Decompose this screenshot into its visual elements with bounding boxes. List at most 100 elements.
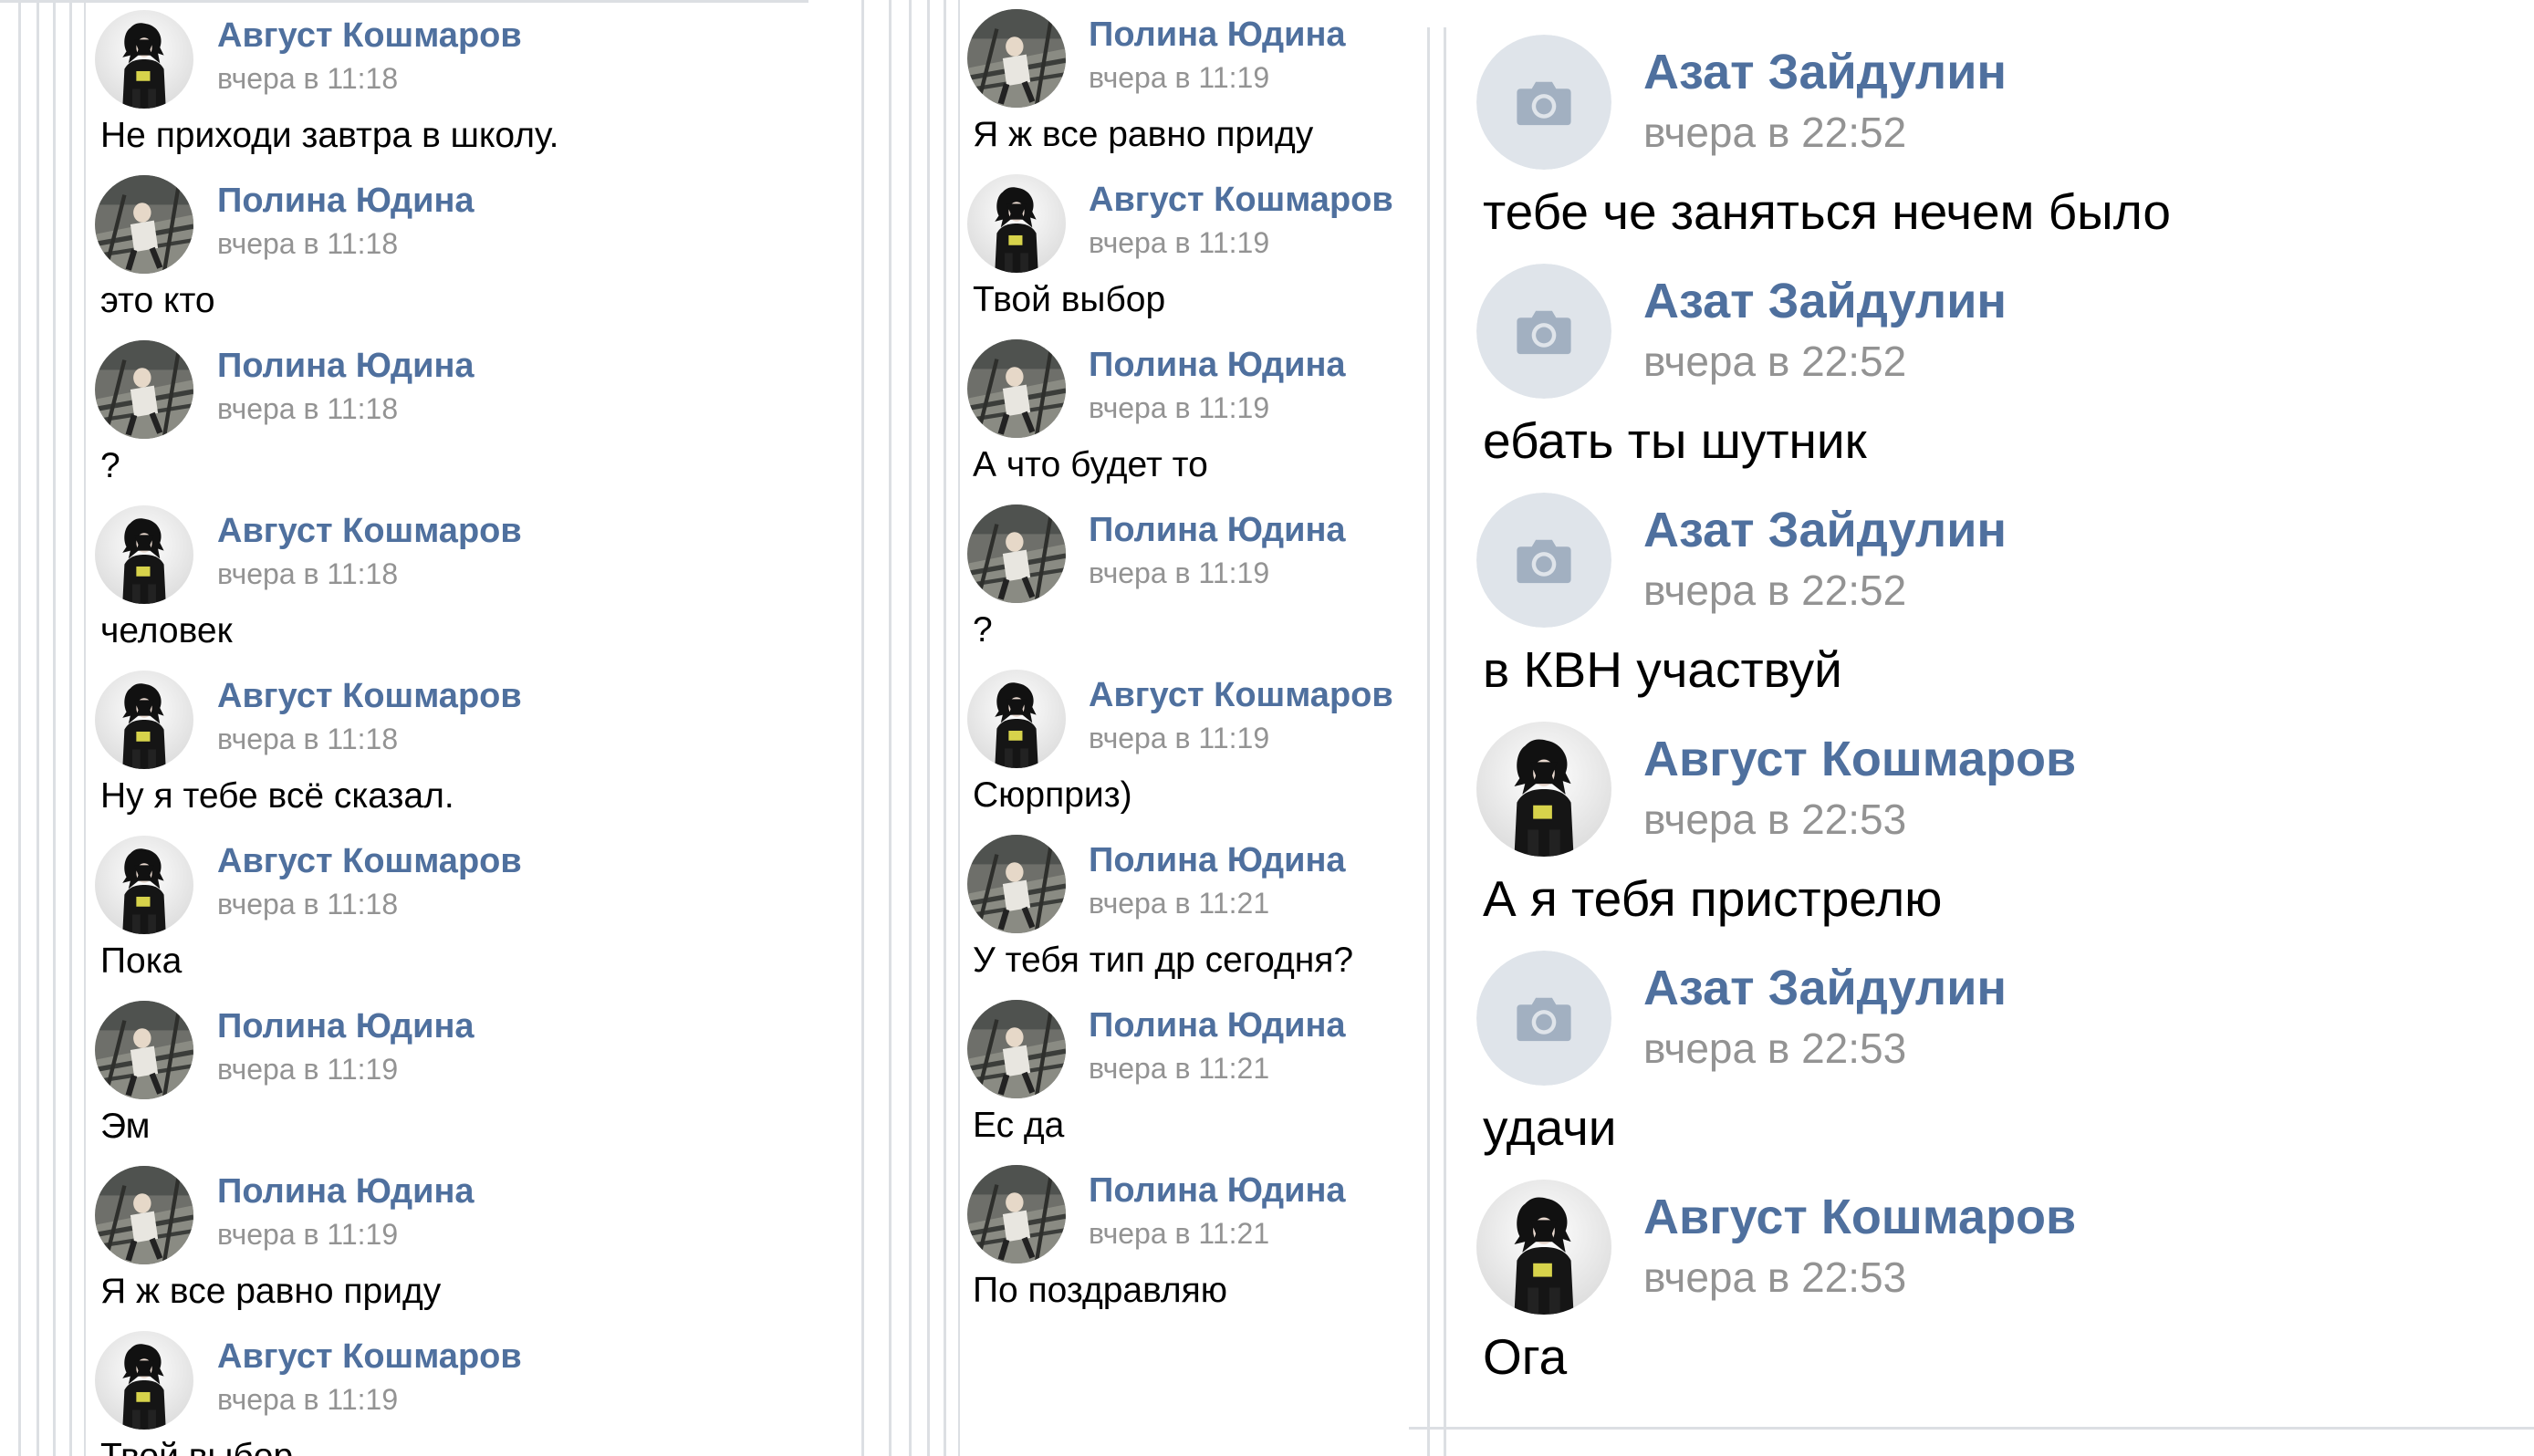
message-timestamp[interactable]: вчера в 11:21: [1089, 887, 1269, 920]
message-timestamp[interactable]: вчера в 11:19: [1089, 61, 1269, 95]
message-timestamp[interactable]: вчера в 22:52: [1643, 108, 1906, 157]
message-author-link[interactable]: Азат Зайдулин: [1643, 960, 2007, 1016]
avatar[interactable]: [967, 1000, 1066, 1098]
message-author-link[interactable]: Полина Юдина: [217, 1172, 474, 1212]
message-author-link[interactable]: Полина Юдина: [217, 1007, 474, 1046]
message-author-link[interactable]: Полина Юдина: [1089, 1171, 1346, 1211]
message-text: ?: [100, 446, 120, 485]
avatar[interactable]: [95, 1001, 193, 1099]
message-text: Не приходи завтра в школу.: [100, 116, 559, 155]
message-item: Август Кошмаров вчера в 11:19 Сюрприз): [858, 660, 1409, 825]
avatar[interactable]: [95, 10, 193, 109]
message-item: Полина Юдина вчера в 11:18?: [0, 330, 808, 495]
message-timestamp[interactable]: вчера в 22:52: [1643, 566, 1906, 615]
message-timestamp[interactable]: вчера в 11:18: [217, 723, 398, 756]
message-item: Август Кошмаров вчера в 11:18 Ну я тебе вс…: [0, 660, 808, 826]
camera-icon[interactable]: [1476, 493, 1611, 628]
message-item: Азат Зайдулин вчера в 22:52 в КВН участвуй: [1409, 458, 2534, 698]
message-text: ?: [973, 610, 993, 650]
bottom-divider: [1409, 1427, 2534, 1430]
message-text: Твой выбор: [973, 280, 1166, 319]
camera-icon[interactable]: [1476, 264, 1611, 399]
message-item: Полина Юдина вчера в 11:21 По поздравляю: [858, 1155, 1409, 1320]
message-item: Август Кошмаров вчера в 11:19 Твой выбор: [0, 1321, 808, 1456]
message-item: Август Кошмаров вчера в 11:18 человек: [0, 495, 808, 660]
avatar[interactable]: [95, 505, 193, 604]
avatar[interactable]: [95, 671, 193, 769]
avatar[interactable]: [95, 1331, 193, 1430]
message-text: Я ж все равно приду: [100, 1272, 442, 1311]
message-item: Азат Зайдулин вчера в 22:52 тебе че занять…: [1409, 0, 2534, 240]
message-author-link[interactable]: Полина Юдина: [217, 347, 474, 386]
message-item: Полина Юдина вчера в 11:19 Я ж все равно п…: [858, 0, 1409, 164]
message-author-link[interactable]: Полина Юдина: [1089, 16, 1346, 55]
avatar[interactable]: [967, 835, 1066, 933]
message-item: Полина Юдина вчера в 11:21 У тебя тип др с…: [858, 825, 1409, 990]
message-author-link[interactable]: Полина Юдина: [1089, 511, 1346, 550]
message-author-link[interactable]: Август Кошмаров: [217, 512, 522, 551]
avatar[interactable]: [95, 836, 193, 934]
message-author-link[interactable]: Полина Юдина: [1089, 346, 1346, 385]
message-timestamp[interactable]: вчера в 11:19: [1089, 556, 1269, 590]
message-author-link[interactable]: Август Кошмаров: [1643, 1189, 2076, 1245]
message-list: Полина Юдинавчера в 11:19Эм Полина Юдина…: [858, 0, 1409, 1320]
message-timestamp[interactable]: вчера в 22:53: [1643, 1024, 1906, 1073]
message-item: Азат Зайдулин вчера в 22:53 удачи: [1409, 916, 2534, 1156]
message-timestamp[interactable]: вчера в 11:18: [217, 888, 398, 921]
message-timestamp[interactable]: вчера в 22:53: [1643, 1253, 1906, 1302]
message-item: Полина Юдина вчера в 11:21 Ес да: [858, 990, 1409, 1155]
avatar[interactable]: [967, 9, 1066, 108]
message-list: Август Кошмаров вчера в 11:18 Не приходи з…: [0, 0, 808, 1456]
message-text: Пока: [100, 941, 182, 981]
message-author-link[interactable]: Август Кошмаров: [217, 16, 522, 56]
avatar[interactable]: [967, 339, 1066, 438]
message-timestamp[interactable]: вчера в 11:18: [217, 62, 398, 96]
message-text: Твой выбор: [100, 1437, 293, 1456]
message-text: человек: [100, 611, 233, 650]
avatar[interactable]: [1476, 1180, 1611, 1315]
message-timestamp[interactable]: вчера в 22:53: [1643, 795, 1906, 844]
message-author-link[interactable]: Азат Зайдулин: [1643, 502, 2007, 558]
message-author-link[interactable]: Август Кошмаров: [1089, 676, 1393, 715]
avatar[interactable]: [95, 1166, 193, 1264]
message-timestamp[interactable]: вчера в 11:18: [217, 392, 398, 426]
chat-screenshot-panel-1: Август Кошмаров вчера в 11:18 Не приходи з…: [0, 0, 808, 1456]
avatar[interactable]: [95, 175, 193, 274]
message-author-link[interactable]: Август Кошмаров: [217, 677, 522, 716]
message-item: Август Кошмаров вчера в 22:53 А я тебя при…: [1409, 687, 2534, 927]
message-timestamp[interactable]: вчера в 11:19: [1089, 722, 1269, 755]
message-author-link[interactable]: Полина Юдина: [217, 182, 474, 221]
message-timestamp[interactable]: вчера в 11:19: [1089, 226, 1269, 260]
avatar[interactable]: [1476, 722, 1611, 857]
message-timestamp[interactable]: вчера в 11:21: [1089, 1052, 1269, 1086]
message-text: это кто: [100, 281, 215, 320]
avatar[interactable]: [967, 504, 1066, 603]
message-author-link[interactable]: Полина Юдина: [1089, 1006, 1346, 1045]
message-timestamp[interactable]: вчера в 11:18: [217, 557, 398, 591]
message-author-link[interactable]: Август Кошмаров: [217, 842, 522, 881]
message-timestamp[interactable]: вчера в 11:21: [1089, 1217, 1269, 1251]
message-author-link[interactable]: Азат Зайдулин: [1643, 273, 2007, 329]
message-text: Сюрприз): [973, 775, 1132, 815]
camera-icon[interactable]: [1476, 35, 1611, 170]
avatar[interactable]: [95, 340, 193, 439]
message-item: Полина Юдина вчера в 11:18 это кто: [0, 165, 808, 330]
avatar[interactable]: [967, 174, 1066, 273]
avatar[interactable]: [967, 1165, 1066, 1264]
message-author-link[interactable]: Август Кошмаров: [217, 1337, 522, 1377]
message-author-link[interactable]: Азат Зайдулин: [1643, 44, 2007, 100]
message-timestamp[interactable]: вчера в 11:19: [217, 1218, 398, 1252]
message-timestamp[interactable]: вчера в 11:18: [217, 227, 398, 261]
message-author-link[interactable]: Полина Юдина: [1089, 841, 1346, 880]
message-author-link[interactable]: Август Кошмаров: [1089, 181, 1393, 220]
message-timestamp[interactable]: вчера в 22:52: [1643, 337, 1906, 386]
avatar[interactable]: [967, 670, 1066, 768]
camera-icon[interactable]: [1476, 951, 1611, 1086]
message-timestamp[interactable]: вчера в 11:19: [217, 1383, 398, 1417]
message-timestamp[interactable]: вчера в 11:19: [1089, 391, 1269, 425]
message-item: Август Кошмаров вчера в 11:18 Не приходи з…: [0, 0, 808, 165]
chat-screenshot-panel-2: Полина Юдинавчера в 11:19Эм Полина Юдина…: [858, 0, 1409, 1456]
message-item: Азат Зайдулин вчера в 22:52 ебать ты шутни…: [1409, 229, 2534, 469]
message-timestamp[interactable]: вчера в 11:19: [217, 1053, 398, 1087]
message-author-link[interactable]: Август Кошмаров: [1643, 731, 2076, 787]
